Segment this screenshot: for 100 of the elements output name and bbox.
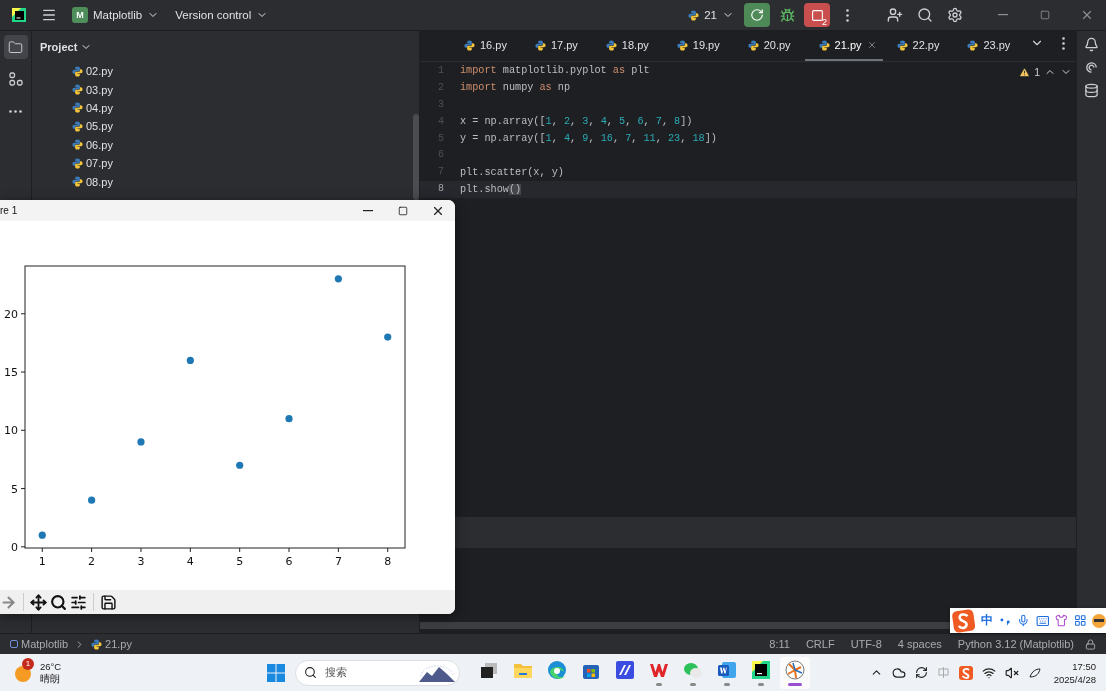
editor-tab[interactable]: 21.py: [804, 31, 883, 61]
scatter-point: [186, 356, 194, 364]
editor-tab[interactable]: 20.py: [733, 31, 805, 61]
stop-button[interactable]: 2: [804, 3, 830, 27]
python-file-icon: [967, 39, 979, 51]
tick-label: 20: [4, 307, 18, 321]
project-title[interactable]: Project: [40, 38, 93, 55]
vcs-selector[interactable]: Version control: [169, 6, 275, 24]
rerun-button[interactable]: [744, 3, 770, 27]
code-line: x = np.array([1, 2, 3, 4, 5, 6, 7, 8]): [460, 115, 693, 130]
editor-tab[interactable]: 19.py: [662, 31, 734, 61]
python-file-icon: [72, 84, 83, 96]
python-file-icon: [72, 139, 83, 151]
pan-icon: [30, 593, 47, 611]
wifi-icon: [981, 665, 996, 680]
clock-date: 2025/4/28: [1053, 672, 1096, 686]
minimize-icon: [998, 14, 1008, 16]
breadcrumb-item[interactable]: 21.py: [105, 638, 132, 650]
editor-tab[interactable]: 17.py: [520, 31, 592, 61]
search-icon: [304, 666, 317, 679]
tick-label: 8: [384, 555, 392, 568]
module-icon: [10, 640, 18, 648]
run-config-selector[interactable]: 21: [682, 6, 740, 24]
file-name[interactable]: 08.py: [86, 175, 113, 188]
app-icon: [615, 659, 635, 680]
tick-label: 10: [4, 424, 18, 438]
tick-label: 15: [4, 366, 18, 380]
file-name[interactable]: 04.py: [86, 101, 113, 114]
tick-label: 6: [285, 555, 293, 568]
tick-label: 5: [11, 482, 18, 496]
more-icon: [9, 109, 22, 113]
line-number: 8: [420, 181, 460, 199]
status-item[interactable]: 4 spaces: [892, 638, 947, 650]
python-file-icon: [72, 102, 83, 114]
tick-label: 1: [38, 555, 46, 568]
tick-label: 2: [88, 555, 96, 568]
scatter-point: [38, 531, 46, 539]
clock-time: 17:50: [1072, 659, 1096, 673]
tick-label: 0: [11, 540, 18, 554]
settings-icon: [947, 7, 963, 23]
close-tab-icon: [866, 40, 877, 50]
more-icon: [1061, 36, 1065, 50]
scatter-point: [334, 275, 342, 283]
sync-icon: [914, 666, 928, 679]
rerun-icon: [750, 8, 764, 22]
folder-icon: [8, 39, 23, 55]
python-file-icon: [72, 120, 83, 132]
file-name[interactable]: 03.py: [86, 83, 113, 96]
code-line: import numpy as np: [460, 81, 571, 96]
status-item[interactable]: Python 3.12 (Matplotlib): [952, 638, 1079, 650]
status-item[interactable]: UTF-8: [845, 638, 887, 650]
scatter-point: [384, 333, 392, 341]
cloud-icon: [891, 665, 906, 680]
python-file-icon: [747, 39, 759, 51]
file-name[interactable]: 05.py: [86, 120, 113, 133]
python-file-icon: [818, 39, 830, 51]
python-file-icon: [72, 176, 83, 188]
python-file-icon: [534, 39, 546, 51]
close-icon: [1080, 8, 1094, 22]
python-file-icon: [605, 39, 617, 51]
input-mode[interactable]: 中: [981, 612, 994, 629]
temperature: 26°C: [40, 660, 62, 673]
editor-tab[interactable]: 16.py: [450, 31, 521, 61]
notifications-icon: [1084, 37, 1099, 52]
spiral-icon: [1084, 60, 1099, 75]
structure-icon: [8, 72, 23, 86]
python-file-icon: [72, 65, 83, 77]
status-item[interactable]: CRLF: [800, 638, 840, 650]
start-icon: [267, 663, 285, 682]
python-file-icon: [896, 39, 908, 51]
tick-label: 3: [137, 555, 145, 568]
window-title: re 1: [0, 205, 19, 216]
keyboard-icon: [1035, 613, 1050, 628]
status-item[interactable]: 8:11: [764, 638, 795, 650]
project-selector[interactable]: M Matplotlib: [66, 4, 166, 26]
restore-icon: [1040, 10, 1050, 20]
search-icon: [917, 7, 933, 23]
python-file-icon: [72, 157, 83, 169]
python-file-icon: [688, 9, 700, 21]
python-file-icon: [91, 638, 103, 650]
microphone-icon: [1016, 614, 1030, 627]
search-field[interactable]: 搜索: [295, 659, 460, 686]
menu-icon: [41, 7, 57, 23]
editor-tab[interactable]: 22.py: [882, 31, 954, 61]
tick-label: 5: [236, 555, 244, 568]
breadcrumb-item[interactable]: Matplotlib: [21, 638, 69, 650]
zoom-icon: [50, 593, 67, 611]
warning-count: 1: [1034, 66, 1040, 78]
input-method-icon: [936, 666, 950, 679]
file-name[interactable]: 02.py: [86, 65, 113, 78]
stop-icon: [810, 8, 824, 22]
file-name[interactable]: 06.py: [86, 138, 113, 151]
skin-icon: [1055, 614, 1068, 627]
editor-tab[interactable]: 18.py: [591, 31, 663, 61]
tool-window-button[interactable]: [3, 35, 28, 59]
file-name[interactable]: 07.py: [86, 157, 113, 170]
configure-icon: [70, 593, 87, 611]
editor-tab[interactable]: 23.py: [953, 31, 1025, 61]
more-icon: [845, 8, 849, 22]
weather-badge: 1: [22, 657, 34, 670]
